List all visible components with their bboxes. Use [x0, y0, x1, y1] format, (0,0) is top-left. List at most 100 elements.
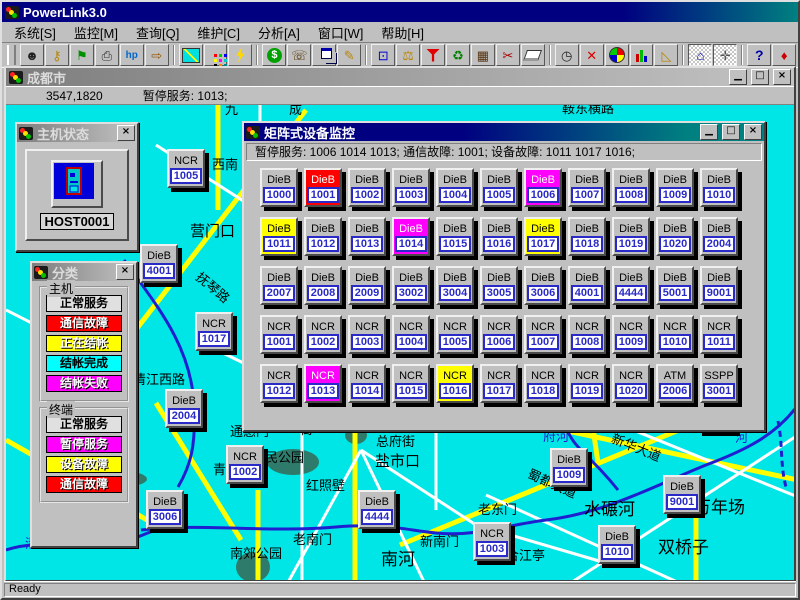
flag-icon[interactable]: ⚑ — [70, 44, 94, 66]
device-button-ncr-1006[interactable]: NCR1006 — [480, 315, 518, 354]
operator-icon[interactable]: ☻ — [20, 44, 44, 66]
device-button-dieb-3006[interactable]: DieB3006 — [146, 490, 184, 529]
device-button-dieb-5001[interactable]: DieB5001 — [656, 266, 694, 305]
menu-item[interactable]: 分析[A] — [250, 22, 308, 43]
matrix-close-button[interactable]: × — [744, 124, 762, 140]
device-button-dieb-1000[interactable]: DieB1000 — [260, 168, 298, 207]
funnel-icon[interactable] — [421, 44, 445, 66]
main-title-bar[interactable]: PowerLink3.0 — [2, 2, 798, 22]
menu-item[interactable]: 维护[C] — [189, 22, 248, 43]
device-button-ncr-1016[interactable]: NCR1016 — [436, 364, 474, 403]
delete-icon[interactable]: ✕ — [580, 44, 604, 66]
bank-icon[interactable]: ▦ — [471, 44, 495, 66]
device-button-dieb-4001[interactable]: DieB4001 — [140, 244, 178, 283]
device-button-dieb-3004[interactable]: DieB3004 — [436, 266, 474, 305]
device-button-dieb-1007[interactable]: DieB1007 — [568, 168, 606, 207]
clock-icon[interactable]: ◷ — [555, 44, 579, 66]
device-button-ncr-1010[interactable]: NCR1010 — [656, 315, 694, 354]
device-button-dieb-4444[interactable]: DieB4444 — [358, 490, 396, 529]
cascade-windows-icon[interactable] — [312, 44, 336, 66]
lightning-icon[interactable] — [228, 44, 252, 66]
category-window-close-button[interactable]: × — [116, 264, 134, 280]
exit-door-icon[interactable]: ⇨ — [145, 44, 169, 66]
matrix-window-title-bar[interactable]: 矩阵式设备监控 ▁ □ × — [244, 123, 764, 141]
device-button-dieb-1018[interactable]: DieB1018 — [568, 217, 606, 256]
device-button-ncr-1002[interactable]: NCR1002 — [304, 315, 342, 354]
device-button-ncr-1004[interactable]: NCR1004 — [392, 315, 430, 354]
device-button-dieb-1017[interactable]: DieB1017 — [524, 217, 562, 256]
legend-chip[interactable]: 正常服务 — [46, 295, 122, 312]
device-button-dieb-1011[interactable]: DieB1011 — [260, 217, 298, 256]
device-button-dieb-9001[interactable]: DieB9001 — [663, 475, 701, 514]
device-button-dieb-3006[interactable]: DieB3006 — [524, 266, 562, 305]
protractor-icon[interactable]: ◺ — [654, 44, 678, 66]
legend-chip[interactable]: 通信故障 — [46, 315, 122, 332]
legend-chip[interactable]: 设备故障 — [46, 456, 122, 473]
device-button-dieb-1014[interactable]: DieB1014 — [392, 217, 430, 256]
device-button-ncr-1005[interactable]: NCR1005 — [436, 315, 474, 354]
scissors-icon[interactable]: ✂ — [496, 44, 520, 66]
device-button-ncr-1019[interactable]: NCR1019 — [568, 364, 606, 403]
device-button-dieb-1010[interactable]: DieB1010 — [598, 525, 636, 564]
device-button-dieb-1012[interactable]: DieB1012 — [304, 217, 342, 256]
device-button-ncr-1017[interactable]: NCR1017 — [195, 312, 233, 351]
printer-icon[interactable]: ⎙ — [95, 44, 119, 66]
device-button-ncr-1005[interactable]: NCR1005 — [167, 149, 205, 188]
eraser-icon[interactable] — [521, 44, 545, 66]
legend-chip[interactable]: 结帐完成 — [46, 355, 122, 372]
device-button-ncr-1020[interactable]: NCR1020 — [612, 364, 650, 403]
bar-chart-icon[interactable] — [630, 44, 654, 66]
device-button-dieb-1016[interactable]: DieB1016 — [480, 217, 518, 256]
menu-item[interactable]: 窗口[W] — [310, 22, 372, 43]
move-icon[interactable]: ✛ — [713, 44, 737, 66]
device-button-ncr-1015[interactable]: NCR1015 — [392, 364, 430, 403]
legend-chip[interactable]: 结帐失败 — [46, 375, 122, 392]
device-button-dieb-3002[interactable]: DieB3002 — [392, 266, 430, 305]
device-button-dieb-1008[interactable]: DieB1008 — [612, 168, 650, 207]
chengdu-maximize-button[interactable]: □ — [751, 69, 769, 85]
device-button-dieb-2004[interactable]: DieB2004 — [165, 389, 203, 428]
palette-icon[interactable] — [204, 44, 228, 66]
menu-item[interactable]: 监控[M] — [66, 22, 126, 43]
device-button-dieb-1013[interactable]: DieB1013 — [348, 217, 386, 256]
moneybag-icon[interactable]: $ — [262, 44, 286, 66]
device-button-dieb-2004[interactable]: DieB2004 — [700, 217, 738, 256]
alarm-icon[interactable]: ♦ — [772, 44, 796, 66]
toolbar-drag-handle[interactable] — [7, 45, 16, 65]
device-button-dieb-1010[interactable]: DieB1010 — [700, 168, 738, 207]
device-button-dieb-4444[interactable]: DieB4444 — [612, 266, 650, 305]
chengdu-close-button[interactable]: × — [773, 69, 791, 85]
recycle-icon[interactable]: ♻ — [446, 44, 470, 66]
device-button-dieb-2007[interactable]: DieB2007 — [260, 266, 298, 305]
chengdu-title-bar[interactable]: 成都市 ▁ □ × — [6, 68, 794, 86]
device-button-ncr-1018[interactable]: NCR1018 — [524, 364, 562, 403]
chengdu-minimize-button[interactable]: ▁ — [729, 69, 747, 85]
device-button-ncr-1014[interactable]: NCR1014 — [348, 364, 386, 403]
hp-icon[interactable]: hp — [120, 44, 144, 66]
menu-item[interactable]: 查询[Q] — [128, 22, 187, 43]
device-button-dieb-1004[interactable]: DieB1004 — [436, 168, 474, 207]
device-button-dieb-1002[interactable]: DieB1002 — [348, 168, 386, 207]
device-button-ncr-1013[interactable]: NCR1013 — [304, 364, 342, 403]
device-button-ncr-1003[interactable]: NCR1003 — [348, 315, 386, 354]
device-button-ncr-1007[interactable]: NCR1007 — [524, 315, 562, 354]
legend-chip[interactable]: 暂停服务 — [46, 436, 122, 453]
device-button-dieb-1020[interactable]: DieB1020 — [656, 217, 694, 256]
key-icon[interactable]: ⚷ — [45, 44, 69, 66]
matrix-maximize-button[interactable]: □ — [722, 124, 740, 140]
device-button-ncr-1011[interactable]: NCR1011 — [700, 315, 738, 354]
device-button-ncr-1017[interactable]: NCR1017 — [480, 364, 518, 403]
map-view-icon[interactable] — [179, 44, 203, 66]
device-button-ncr-1012[interactable]: NCR1012 — [260, 364, 298, 403]
device-button-dieb-1019[interactable]: DieB1019 — [612, 217, 650, 256]
monitor-icon[interactable]: ⊡ — [371, 44, 395, 66]
host-window-title-bar[interactable]: 主机状态 × — [17, 124, 137, 142]
device-button-ncr-1003[interactable]: NCR1003 — [473, 522, 511, 561]
host-computer-icon[interactable] — [51, 160, 103, 208]
device-button-dieb-1009[interactable]: DieB1009 — [656, 168, 694, 207]
device-button-dieb-1009[interactable]: DieB1009 — [550, 448, 588, 487]
device-button-dieb-2008[interactable]: DieB2008 — [304, 266, 342, 305]
device-button-ncr-1001[interactable]: NCR1001 — [260, 315, 298, 354]
device-button-ncr-1009[interactable]: NCR1009 — [612, 315, 650, 354]
menu-item[interactable]: 帮助[H] — [373, 22, 432, 43]
